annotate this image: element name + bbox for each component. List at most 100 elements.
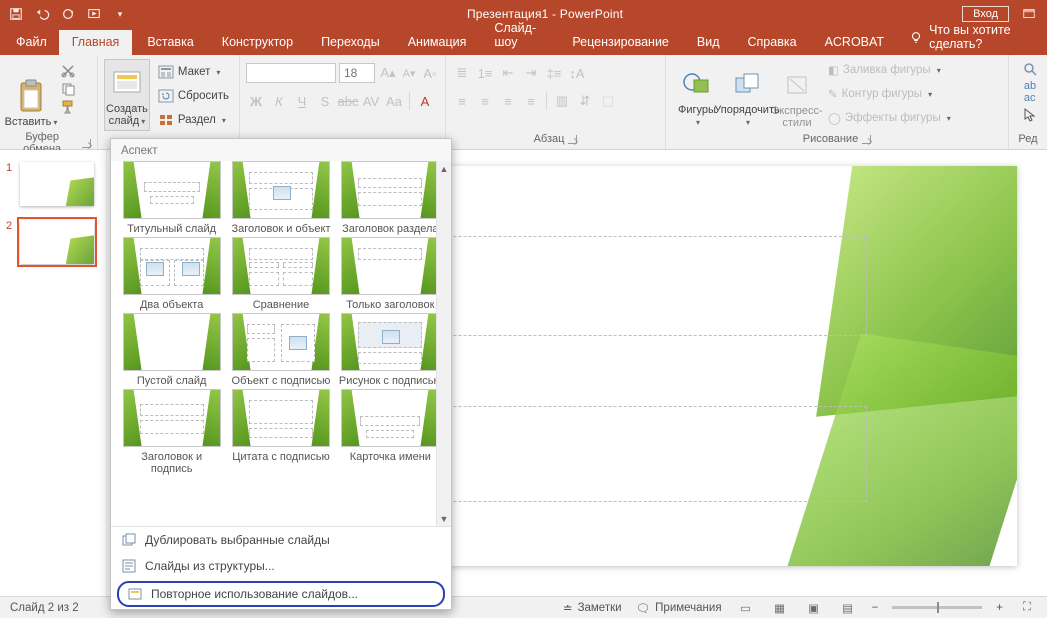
layout-title-content[interactable]: Заголовок и объект: [228, 161, 333, 235]
bullets-button[interactable]: ≣: [452, 63, 472, 83]
reuse-slides[interactable]: Повторное использование слайдов...: [117, 581, 445, 607]
indent-dec-button[interactable]: ⇤: [498, 63, 518, 83]
paragraph-launcher[interactable]: [568, 135, 577, 144]
layout-picture-caption[interactable]: Рисунок с подписью: [338, 313, 443, 387]
fit-window-icon[interactable]: ⛶: [1017, 600, 1037, 616]
drawing-launcher[interactable]: [862, 135, 871, 144]
tab-view[interactable]: Вид: [684, 30, 733, 55]
align-center-button[interactable]: ≡: [475, 91, 495, 111]
tab-slideshow[interactable]: Слайд-шоу: [481, 16, 557, 55]
reset-button[interactable]: Сбросить: [154, 85, 233, 107]
layout-blank[interactable]: Пустой слайд: [119, 313, 224, 387]
cut-icon[interactable]: [60, 63, 76, 79]
tab-transitions[interactable]: Переходы: [308, 30, 393, 55]
lightbulb-icon: [909, 30, 923, 44]
tab-file[interactable]: Файл: [6, 30, 57, 55]
tab-animations[interactable]: Анимация: [395, 30, 480, 55]
arrange-button[interactable]: Упорядочить▾: [722, 59, 772, 131]
ribbon-display-options-icon[interactable]: [1021, 6, 1037, 22]
align-left-button[interactable]: ≡: [452, 91, 472, 111]
decrease-font-icon[interactable]: A▾: [401, 63, 417, 83]
thumbnail-2[interactable]: 2: [0, 216, 106, 274]
notes-icon: ≐: [563, 601, 573, 615]
justify-button[interactable]: ≡: [521, 91, 541, 111]
notes-button[interactable]: ≐Заметки: [563, 601, 622, 615]
layout-content-caption[interactable]: Объект с подписью: [228, 313, 333, 387]
format-painter-icon[interactable]: [60, 99, 76, 115]
normal-view-icon[interactable]: ▭: [736, 600, 756, 616]
gallery-scrollbar[interactable]: ▲ ▼: [436, 161, 451, 526]
layout-button[interactable]: Макет▾: [154, 61, 233, 83]
strike-button[interactable]: abc: [338, 91, 358, 111]
quick-styles-button[interactable]: Экспресс- стили: [772, 59, 822, 131]
slides-from-outline[interactable]: Слайды из структуры...: [111, 553, 451, 579]
spacing-button[interactable]: AV: [361, 91, 381, 111]
reading-view-icon[interactable]: ▣: [804, 600, 824, 616]
tab-review[interactable]: Рецензирование: [559, 30, 682, 55]
layout-comparison[interactable]: Сравнение: [228, 237, 333, 311]
comments-button[interactable]: 🗨Примечания: [636, 601, 722, 615]
tab-help[interactable]: Справка: [735, 30, 810, 55]
tab-acrobat[interactable]: ACROBAT: [812, 30, 898, 55]
font-color-button[interactable]: A: [415, 91, 435, 111]
sorter-view-icon[interactable]: ▦: [770, 600, 790, 616]
slideshow-view-icon[interactable]: ▤: [838, 600, 858, 616]
replace-icon[interactable]: abac: [1019, 82, 1041, 102]
layout-section-header[interactable]: Заголовок раздела: [338, 161, 443, 235]
select-icon[interactable]: [1019, 105, 1041, 125]
layout-title-caption[interactable]: Заголовок и подпись: [119, 389, 224, 475]
ribbon: Вставить▾ Буфер обмена Создатьслайд▾ Мак…: [0, 55, 1047, 150]
save-icon[interactable]: [8, 6, 24, 22]
zoom-in-button[interactable]: +: [996, 602, 1003, 614]
gallery-theme-label: Аспект: [111, 139, 451, 161]
tab-home[interactable]: Главная: [59, 30, 133, 55]
new-slide-button[interactable]: Создатьслайд▾: [104, 59, 150, 131]
shadow-button[interactable]: S: [315, 91, 335, 111]
slide-thumbnails[interactable]: 1 2: [0, 150, 107, 596]
section-button[interactable]: Раздел▾: [154, 109, 233, 131]
italic-button[interactable]: К: [269, 91, 289, 111]
zoom-slider[interactable]: [892, 606, 982, 609]
redo-icon[interactable]: [60, 6, 76, 22]
align-text-button[interactable]: ⇵: [575, 91, 595, 111]
shape-effects-button[interactable]: ◯Эффекты фигуры▾: [828, 107, 951, 129]
shapes-icon: [682, 66, 712, 102]
thumbnail-1[interactable]: 1: [0, 158, 106, 216]
duplicate-slides[interactable]: Дублировать выбранные слайды: [111, 527, 451, 553]
smartart-button[interactable]: ⬚: [598, 91, 618, 111]
bold-button[interactable]: Ж: [246, 91, 266, 111]
clear-format-icon[interactable]: A◦: [420, 63, 440, 83]
qat-customize-icon[interactable]: ▾: [112, 6, 128, 22]
numbering-button[interactable]: 1≡: [475, 63, 495, 83]
tab-design[interactable]: Конструктор: [209, 30, 306, 55]
indent-inc-button[interactable]: ⇥: [521, 63, 541, 83]
layout-title-only[interactable]: Только заголовок: [338, 237, 443, 311]
tab-insert[interactable]: Вставка: [134, 30, 206, 55]
tell-me-search[interactable]: Что вы хотите сделать?: [899, 19, 1041, 55]
text-direction-button[interactable]: ↕A: [567, 63, 587, 83]
layout-name-card[interactable]: Карточка имени: [338, 389, 443, 475]
underline-button[interactable]: Ч: [292, 91, 312, 111]
layout-quote-caption[interactable]: Цитата с подписью: [228, 389, 333, 475]
increase-font-icon[interactable]: A▴: [378, 63, 398, 83]
group-editing-label: Ред: [1018, 133, 1037, 145]
scroll-up-icon[interactable]: ▲: [437, 161, 451, 176]
clipboard-launcher[interactable]: [82, 139, 91, 148]
copy-icon[interactable]: [60, 81, 76, 97]
align-right-button[interactable]: ≡: [498, 91, 518, 111]
start-from-beginning-icon[interactable]: [86, 6, 102, 22]
shape-fill-button[interactable]: ◧Заливка фигуры▾: [828, 59, 951, 81]
layout-title-slide[interactable]: Титульный слайд: [119, 161, 224, 235]
undo-icon[interactable]: [34, 6, 50, 22]
scroll-down-icon[interactable]: ▼: [437, 511, 451, 526]
zoom-out-button[interactable]: −: [872, 602, 879, 614]
case-button[interactable]: Aa: [384, 91, 404, 111]
font-size-input[interactable]: [339, 63, 375, 83]
shape-outline-button[interactable]: ✎Контур фигуры▾: [828, 83, 951, 105]
layout-two-content[interactable]: Два объекта: [119, 237, 224, 311]
columns-button[interactable]: ▥: [552, 91, 572, 111]
line-spacing-button[interactable]: ‡≡: [544, 63, 564, 83]
font-name-input[interactable]: [246, 63, 336, 83]
paste-button[interactable]: Вставить▾: [6, 59, 56, 131]
find-icon[interactable]: [1019, 59, 1041, 79]
